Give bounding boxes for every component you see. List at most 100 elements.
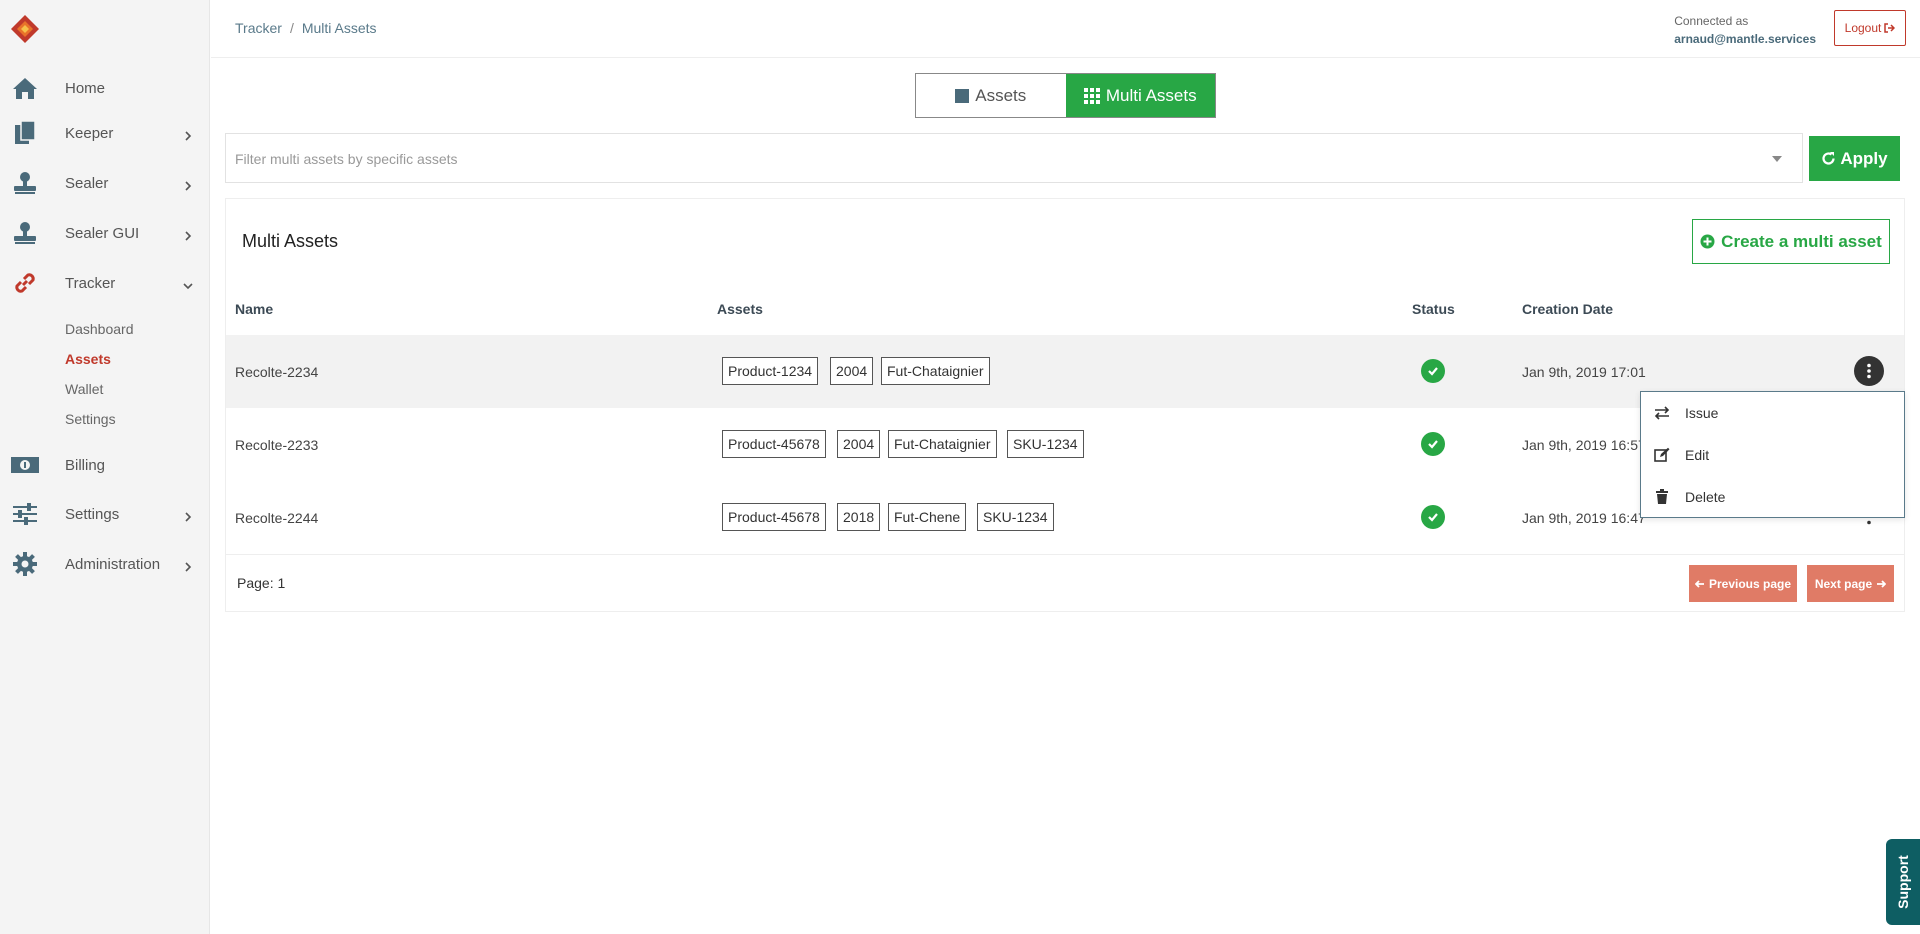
page-indicator: Page: 1 <box>237 575 285 591</box>
sidebar-item-administration[interactable]: Administration <box>0 544 210 584</box>
column-header-name[interactable]: Name <box>235 301 273 317</box>
sidebar-subitem-wallet[interactable]: Wallet <box>65 381 103 397</box>
sidebar-item-sealer-gui[interactable]: Sealer GUI <box>0 213 210 253</box>
menu-item-label: Delete <box>1685 489 1726 505</box>
edit-icon <box>1653 446 1671 464</box>
link-icon <box>10 268 40 298</box>
sidebar-item-keeper[interactable]: Keeper <box>0 113 210 153</box>
asset-tag: Product-45678 <box>722 503 826 531</box>
connected-as-label: Connected as <box>1674 14 1749 28</box>
multi-assets-toggle-button[interactable]: Multi Assets <box>1065 74 1215 117</box>
check-circle-icon <box>1421 432 1445 456</box>
breadcrumb-multi-assets: Multi Assets <box>301 20 377 36</box>
row-name: Recolte-2244 <box>235 510 319 526</box>
breadcrumb: Tracker / Multi Assets <box>235 20 377 36</box>
sidebar-item-label: Settings <box>65 505 120 523</box>
chevron-right-icon <box>183 559 193 572</box>
asset-tag: Product-1234 <box>722 357 819 385</box>
next-page-label: Next page <box>1814 576 1873 591</box>
next-page-button[interactable]: Next page <box>1807 565 1894 602</box>
sidebar-subitem-assets[interactable]: Assets <box>65 351 111 367</box>
grid-icon <box>1083 87 1100 104</box>
plus-circle-icon <box>1700 234 1715 249</box>
connection-info: Connected as arnaud@mantle.services <box>1674 12 1816 48</box>
chevron-right-icon <box>183 128 193 141</box>
trash-icon <box>1653 488 1671 506</box>
logout-label: Logout <box>1844 21 1882 35</box>
stamp-icon <box>10 168 40 198</box>
sidebar-item-settings[interactable]: Settings <box>0 494 210 534</box>
column-header-assets[interactable]: Assets <box>717 301 763 317</box>
sidebar: Home Keeper Sealer Sealer GUI Tracker Da… <box>0 0 210 934</box>
column-header-creation-date[interactable]: Creation Date <box>1522 301 1613 317</box>
breadcrumb-separator: / <box>289 20 294 36</box>
row-date: Jan 9th, 2019 16:47 <box>1522 510 1646 526</box>
sidebar-item-label: Keeper <box>65 124 114 142</box>
square-icon <box>955 88 970 103</box>
previous-page-button[interactable]: Previous page <box>1689 565 1797 602</box>
sidebar-item-label: Sealer GUI <box>65 224 140 242</box>
menu-item-delete[interactable]: Delete <box>1641 477 1904 517</box>
asset-tag: SKU-1234 <box>1007 430 1084 458</box>
asset-tag: SKU-1234 <box>977 503 1054 531</box>
menu-item-edit[interactable]: Edit <box>1641 435 1904 475</box>
menu-item-label: Edit <box>1685 447 1710 463</box>
asset-filter-select[interactable]: Filter multi assets by specific assets <box>225 133 1803 183</box>
row-date: Jan 9th, 2019 16:57 <box>1522 437 1646 453</box>
menu-item-issue[interactable]: Issue <box>1641 393 1904 433</box>
sliders-icon <box>10 499 40 529</box>
top-header: Tracker / Multi Assets Connected as arnaud… <box>211 0 1920 58</box>
check-circle-icon <box>1421 505 1445 529</box>
assets-toggle-button[interactable]: Assets <box>916 74 1066 117</box>
asset-tag: 2004 <box>837 430 881 458</box>
sign-out-icon <box>1884 23 1896 33</box>
arrow-right-icon <box>1876 579 1887 589</box>
support-label: Support <box>1895 855 1911 909</box>
panel-title: Multi Assets <box>242 231 339 251</box>
divider <box>226 554 1904 555</box>
money-icon <box>10 450 40 480</box>
stamp-icon <box>10 218 40 248</box>
refresh-icon <box>1821 151 1836 166</box>
asset-tag: Fut-Chataignier <box>881 357 990 385</box>
row-actions-button[interactable] <box>1854 356 1884 386</box>
asset-tag: Fut-Chene <box>888 503 967 531</box>
gear-icon <box>10 549 40 579</box>
asset-tag: 2004 <box>830 357 874 385</box>
sidebar-subitem-dashboard[interactable]: Dashboard <box>65 321 134 337</box>
sidebar-item-home[interactable]: Home <box>0 68 210 108</box>
sidebar-item-label: Tracker <box>65 274 116 292</box>
menu-item-label: Issue <box>1685 405 1719 421</box>
asset-tag: Product-45678 <box>722 430 826 458</box>
assets-toggle-label: Assets <box>975 85 1027 105</box>
sidebar-item-label: Sealer <box>65 174 109 192</box>
create-label: Create a multi asset <box>1721 231 1882 251</box>
sidebar-item-label: Billing <box>65 456 106 474</box>
support-button[interactable]: Support <box>1886 839 1920 925</box>
caret-down-icon[interactable] <box>1772 156 1782 162</box>
sidebar-item-billing[interactable]: Billing <box>0 445 210 485</box>
mantle-logo[interactable] <box>10 14 40 44</box>
asset-tag: Fut-Chataignier <box>888 430 997 458</box>
row-name: Recolte-2234 <box>235 364 319 380</box>
column-header-status[interactable]: Status <box>1412 301 1455 317</box>
sidebar-item-label: Administration <box>65 555 161 573</box>
row-date: Jan 9th, 2019 17:01 <box>1522 364 1646 380</box>
filter-placeholder: Filter multi assets by specific assets <box>235 151 458 167</box>
breadcrumb-tracker[interactable]: Tracker <box>235 20 282 36</box>
sidebar-subitem-settings[interactable]: Settings <box>65 411 116 427</box>
page-label: Page: <box>237 575 274 591</box>
multi-assets-toggle-label: Multi Assets <box>1105 85 1197 105</box>
documents-icon <box>10 118 40 148</box>
home-icon <box>10 73 40 103</box>
chevron-down-icon <box>183 278 193 290</box>
sidebar-item-tracker[interactable]: Tracker <box>0 263 210 303</box>
logout-button[interactable]: Logout <box>1834 10 1906 46</box>
user-email: arnaud@mantle.services <box>1674 32 1816 46</box>
create-multi-asset-button[interactable]: Create a multi asset <box>1692 219 1890 264</box>
apply-button[interactable]: Apply <box>1809 136 1900 181</box>
sidebar-item-sealer[interactable]: Sealer <box>0 163 210 203</box>
asset-tag: 2018 <box>837 503 881 531</box>
sidebar-item-label: Home <box>65 79 106 97</box>
row-name: Recolte-2233 <box>235 437 319 453</box>
